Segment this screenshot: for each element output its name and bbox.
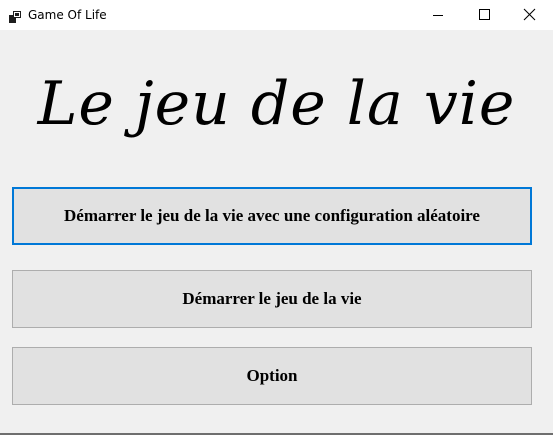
close-button[interactable] <box>507 0 553 30</box>
title-bar[interactable]: Game Of Life <box>0 0 553 30</box>
app-window: Game Of Life Le jeu de la vie Démarrer l… <box>0 0 553 435</box>
close-icon <box>523 8 536 21</box>
app-icon <box>9 8 21 23</box>
window-title: Game Of Life <box>28 8 107 22</box>
start-random-button[interactable]: Démarrer le jeu de la vie avec une confi… <box>12 187 532 245</box>
maximize-button[interactable] <box>461 0 507 30</box>
option-button[interactable]: Option <box>12 347 532 405</box>
minimize-button[interactable] <box>415 0 461 30</box>
start-button[interactable]: Démarrer le jeu de la vie <box>12 270 532 328</box>
page-title: Le jeu de la vie <box>37 69 516 139</box>
maximize-icon <box>479 9 490 20</box>
minimize-icon <box>433 15 443 16</box>
